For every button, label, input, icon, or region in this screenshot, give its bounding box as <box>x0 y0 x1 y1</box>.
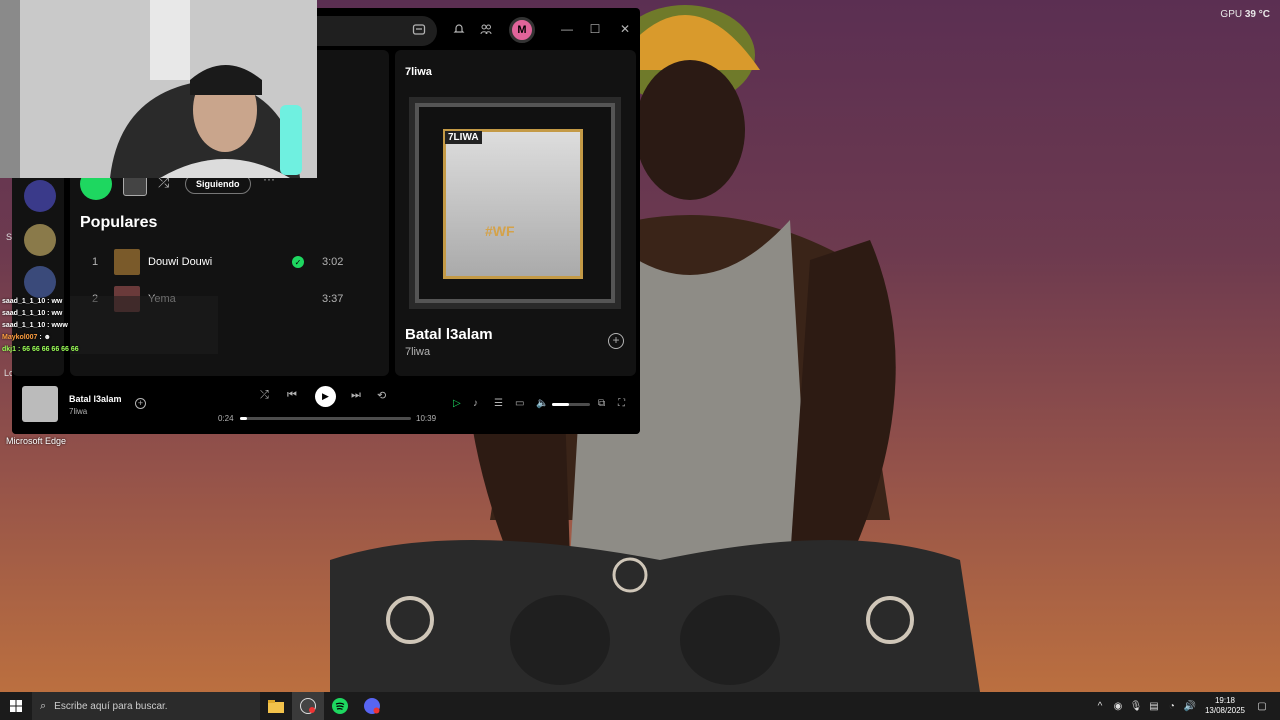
file-explorer-icon[interactable] <box>260 692 292 720</box>
now-playing-title[interactable]: Batal l3alam <box>405 326 493 343</box>
progress-bar[interactable] <box>240 417 411 420</box>
chat-message: saad_1_1_10 : ww <box>2 308 79 320</box>
chat-message: dkj1 : 66 66 66 66 66 66 <box>2 344 79 356</box>
notifications-icon[interactable]: ▢ <box>1254 698 1270 714</box>
clock-date: 13/08/2025 <box>1204 706 1245 715</box>
gpu-label: GPU <box>1220 9 1243 20</box>
maximize-icon[interactable]: ☐ <box>584 18 606 40</box>
chat-text: : ww <box>45 310 63 317</box>
windows-start-icon[interactable] <box>0 692 32 720</box>
chat-user: dkj1 <box>2 346 17 353</box>
chevron-up-icon[interactable]: ^ <box>1092 698 1108 714</box>
stream-chat: saad_1_1_10 : ww saad_1_1_10 : ww saad_1… <box>2 296 79 356</box>
artwork-tag-text: #WF <box>485 223 515 239</box>
chat-text: : ww <box>45 298 63 305</box>
user-avatar[interactable]: M <box>509 17 535 43</box>
chat-user: Maykol007 <box>2 334 38 341</box>
chat-message: Maykol007 : ☻ <box>2 332 79 344</box>
elapsed-time: 0:24 <box>218 414 234 423</box>
artwork-brand-text: 7LIWA <box>445 131 482 144</box>
gpu-temperature-readout: GPU 39 °C <box>1220 9 1270 20</box>
next-track-icon[interactable]: ⏭ <box>351 389 361 402</box>
shuffle-icon[interactable]: ⤮ <box>260 389 269 402</box>
chat-message: saad_1_1_10 : www <box>2 320 79 332</box>
microphone-icon[interactable]: 🎙 <box>1128 698 1144 714</box>
taskbar-search[interactable]: ⌕ Escribe aquí para buscar. <box>32 692 260 720</box>
chat-user: saad_1_1_10 <box>2 298 46 305</box>
now-playing-artist[interactable]: 7liwa <box>405 346 430 358</box>
track-name: Douwi Douwi <box>148 256 213 268</box>
network-icon[interactable]: ▤ <box>1146 698 1162 714</box>
volume-slider[interactable] <box>552 403 590 406</box>
player-track-artist[interactable]: 7liwa <box>69 407 87 416</box>
track-row[interactable]: 1 Douwi Douwi ✓ 3:02 <box>80 247 360 277</box>
mini-player-icon[interactable]: ⧉ <box>598 398 605 409</box>
clock-time: 19:18 <box>1214 696 1235 705</box>
now-playing-view: 7liwa 7LIWA #WF Batal l3alam 7liwa + <box>395 50 636 376</box>
chat-user: saad_1_1_10 <box>2 310 46 317</box>
webcam-feed <box>0 0 317 178</box>
desktop-icon-edge-label[interactable]: Microsoft Edge <box>6 436 66 446</box>
library-item[interactable] <box>24 266 56 298</box>
section-title: Populares <box>80 214 158 231</box>
track-artwork <box>114 249 140 275</box>
add-to-playlist-icon[interactable]: + <box>608 333 624 349</box>
track-number: 1 <box>91 256 99 268</box>
search-icon: ⌕ <box>40 699 47 712</box>
saved-check-icon[interactable]: ✓ <box>292 256 304 268</box>
chat-message: saad_1_1_10 : ww <box>2 296 79 308</box>
obs-app-icon[interactable] <box>292 692 324 720</box>
player-track-title[interactable]: Batal l3alam <box>69 394 122 404</box>
play-button[interactable]: ▶ <box>315 386 336 407</box>
fullscreen-icon[interactable]: ⛶ <box>618 398 625 409</box>
webcam-overlay <box>0 0 317 178</box>
repeat-icon[interactable]: ⟲ <box>377 389 386 402</box>
spotify-app-icon[interactable] <box>324 692 356 720</box>
queue-icon[interactable]: ☰ <box>494 398 503 409</box>
artwork-photo <box>443 129 583 279</box>
previous-track-icon[interactable]: ⏮ <box>287 389 297 402</box>
add-to-library-icon[interactable]: + <box>135 398 146 409</box>
browse-icon[interactable] <box>408 18 430 40</box>
progress-fill <box>240 417 247 420</box>
minimize-icon[interactable]: — <box>556 18 578 40</box>
discord-app-icon[interactable] <box>356 692 388 720</box>
wifi-icon[interactable]: ◔ <box>1164 698 1180 714</box>
playback-bar: Batal l3alam 7liwa + ⤮ ⏮ ▶ ⏭ ⟲ 0:24 10:3… <box>12 378 640 434</box>
track-duration: 3:37 <box>322 293 344 305</box>
speaker-icon[interactable]: 🔊 <box>1182 698 1198 714</box>
volume-fill <box>552 403 570 406</box>
bell-icon[interactable] <box>448 18 470 40</box>
chat-user: saad_1_1_10 <box>2 322 46 329</box>
chat-text: : www <box>45 322 68 329</box>
discord-tray-icon[interactable]: ◉ <box>1110 698 1126 714</box>
emote-icon: ☻ <box>43 334 52 341</box>
close-icon[interactable]: ✕ <box>614 18 636 40</box>
album-artwork: 7LIWA #WF <box>409 97 621 309</box>
system-tray: ^ ◉ 🎙 ▤ ◔ 🔊 19:18 13/08/2025 ▢ <box>1091 692 1280 720</box>
total-time: 10:39 <box>416 414 437 423</box>
now-playing-view-icon[interactable]: ▷ <box>453 398 461 409</box>
taskbar: ⌕ Escribe aquí para buscar. ^ ◉ 🎙 ▤ ◔ 🔊 … <box>0 692 1280 720</box>
lyrics-icon[interactable]: ♪ <box>473 398 478 409</box>
library-item[interactable] <box>24 180 56 212</box>
library-item[interactable] <box>24 224 56 256</box>
taskbar-clock[interactable]: 19:18 13/08/2025 <box>1205 696 1245 716</box>
volume-icon[interactable]: 🔈 <box>536 398 548 409</box>
chat-text: : 66 66 66 66 66 66 <box>16 346 79 353</box>
connect-device-icon[interactable]: ▭ <box>515 398 524 409</box>
friends-activity-icon[interactable] <box>475 18 497 40</box>
track-duration: 3:02 <box>322 256 344 268</box>
gpu-temp-value: 39 °C <box>1244 9 1270 20</box>
taskbar-search-placeholder: Escribe aquí para buscar. <box>54 700 168 712</box>
now-playing-header[interactable]: 7liwa <box>405 66 432 78</box>
player-artwork[interactable] <box>22 386 58 422</box>
chat-background <box>70 296 218 354</box>
